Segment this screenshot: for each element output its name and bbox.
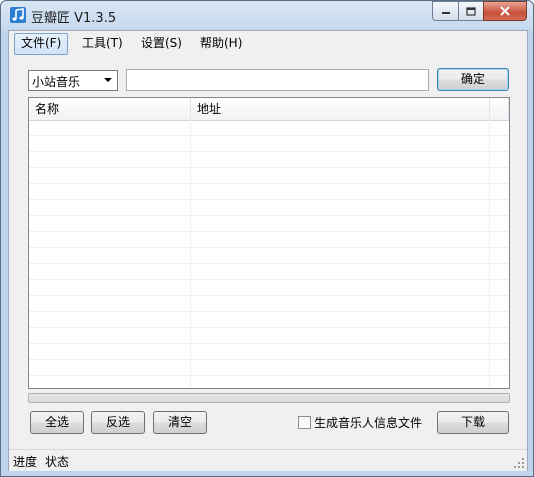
list-row-empty [29,136,509,152]
maximize-icon [466,6,476,16]
list-row-empty [29,184,509,200]
column-divider [190,120,191,388]
list-row-empty [29,120,509,136]
minimize-button[interactable] [432,1,458,21]
list-row-empty [29,280,509,296]
list-row-empty [29,152,509,168]
menu-bar: 文件(F) 工具(T) 设置(S) 帮助(H) [9,31,527,55]
list-row-empty [29,312,509,328]
chevron-down-icon [104,78,112,82]
clear-button[interactable]: 清空 [153,411,207,434]
minimize-icon [441,12,450,14]
column-header-name[interactable]: 名称 [29,98,191,120]
column-header-filler [490,98,509,120]
title-bar[interactable]: 豆瓣匠 V1.3.5 [1,1,533,30]
menu-file[interactable]: 文件(F) [14,33,69,55]
list-header: 名称 地址 [29,98,509,121]
generate-info-checkbox[interactable] [298,416,311,429]
list-row-empty [29,344,509,360]
list-row-empty [29,296,509,312]
download-button[interactable]: 下载 [437,411,509,434]
list-row-empty [29,328,509,344]
menu-tools[interactable]: 工具(T) [76,33,129,53]
status-state: 状态 [45,455,70,469]
url-input[interactable] [126,69,429,91]
close-icon [500,6,510,16]
list-row-empty [29,200,509,216]
list-row-empty [29,232,509,248]
progress-bar [28,393,510,403]
window-title: 豆瓣匠 V1.3.5 [31,11,117,26]
column-header-address[interactable]: 地址 [191,98,490,120]
client-area: 文件(F) 工具(T) 设置(S) 帮助(H) 小站音乐 确定 名称 地址 全选… [8,30,528,471]
list-row-empty [29,264,509,280]
list-row-empty [29,248,509,264]
app-window: 豆瓣匠 V1.3.5 文件(F) 工具(T) 设置(S) 帮助(H) 小站音乐 … [0,0,534,477]
source-select[interactable]: 小站音乐 [28,70,118,91]
invert-selection-button[interactable]: 反选 [91,411,145,434]
menu-settings[interactable]: 设置(S) [135,33,188,53]
confirm-button[interactable]: 确定 [437,68,509,91]
close-button[interactable] [483,1,527,21]
list-row-empty [29,376,509,388]
list-row-empty [29,360,509,376]
track-list[interactable]: 名称 地址 [28,97,510,389]
list-row-empty [29,168,509,184]
source-select-value: 小站音乐 [32,75,81,89]
list-row-empty [29,216,509,232]
maximize-button[interactable] [458,1,483,21]
resize-grip-icon[interactable] [513,457,525,469]
status-bar: 进度 状态 [9,449,527,471]
column-divider [489,120,490,388]
status-progress: 进度 [13,455,38,469]
generate-info-label[interactable]: 生成音乐人信息文件 [314,414,422,431]
select-all-button[interactable]: 全选 [30,411,84,434]
menu-help[interactable]: 帮助(H) [194,33,248,53]
music-note-icon [10,7,26,23]
